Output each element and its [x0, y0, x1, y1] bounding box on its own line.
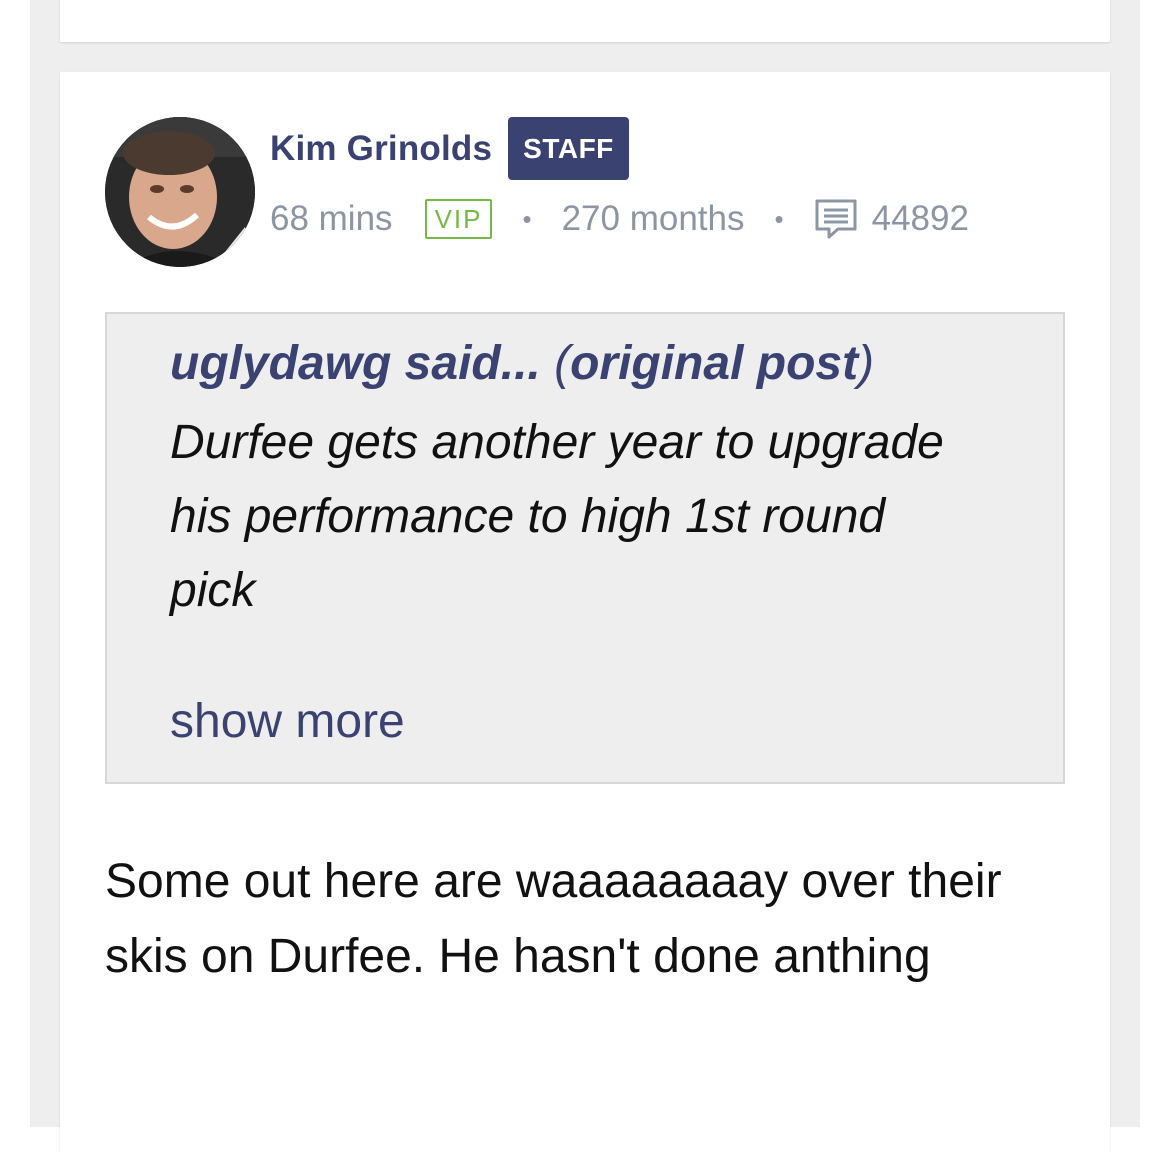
avatar[interactable] — [105, 117, 255, 267]
post-card: Kim Grinolds STAFF 68 mins VIP • 270 mon… — [60, 72, 1110, 1152]
quote-username[interactable]: uglydawg said... — [170, 337, 541, 390]
meta-separator: • — [522, 203, 532, 234]
previous-post-card — [60, 0, 1110, 42]
avatar-image — [105, 117, 255, 267]
quote-open-paren: ( — [554, 337, 571, 390]
quote-text: Durfee gets another year to upgrade his … — [170, 416, 944, 617]
staff-badge: STAFF — [508, 117, 629, 180]
meta-separator: • — [774, 203, 784, 234]
member-tenure: 270 months — [561, 199, 745, 238]
quote-close-paren: ) — [858, 337, 875, 390]
post-meta: 68 mins VIP • 270 months • 44892 — [270, 194, 969, 244]
show-more-link[interactable]: show more — [170, 694, 405, 749]
original-post-link[interactable]: original post — [570, 337, 858, 390]
comment-icon — [814, 198, 858, 240]
post-count: 44892 — [871, 199, 969, 238]
post-time[interactable]: 68 mins — [270, 199, 393, 239]
author-name[interactable]: Kim Grinolds — [270, 129, 492, 169]
post-body: Some out here are waaaaaaaay over their … — [105, 855, 1002, 983]
vip-badge: VIP — [424, 199, 493, 239]
quote-header: uglydawg said... (original post) — [170, 336, 874, 391]
quoted-post: uglydawg said... (original post) Durfee … — [105, 312, 1065, 784]
author-row: Kim Grinolds STAFF — [270, 117, 629, 180]
